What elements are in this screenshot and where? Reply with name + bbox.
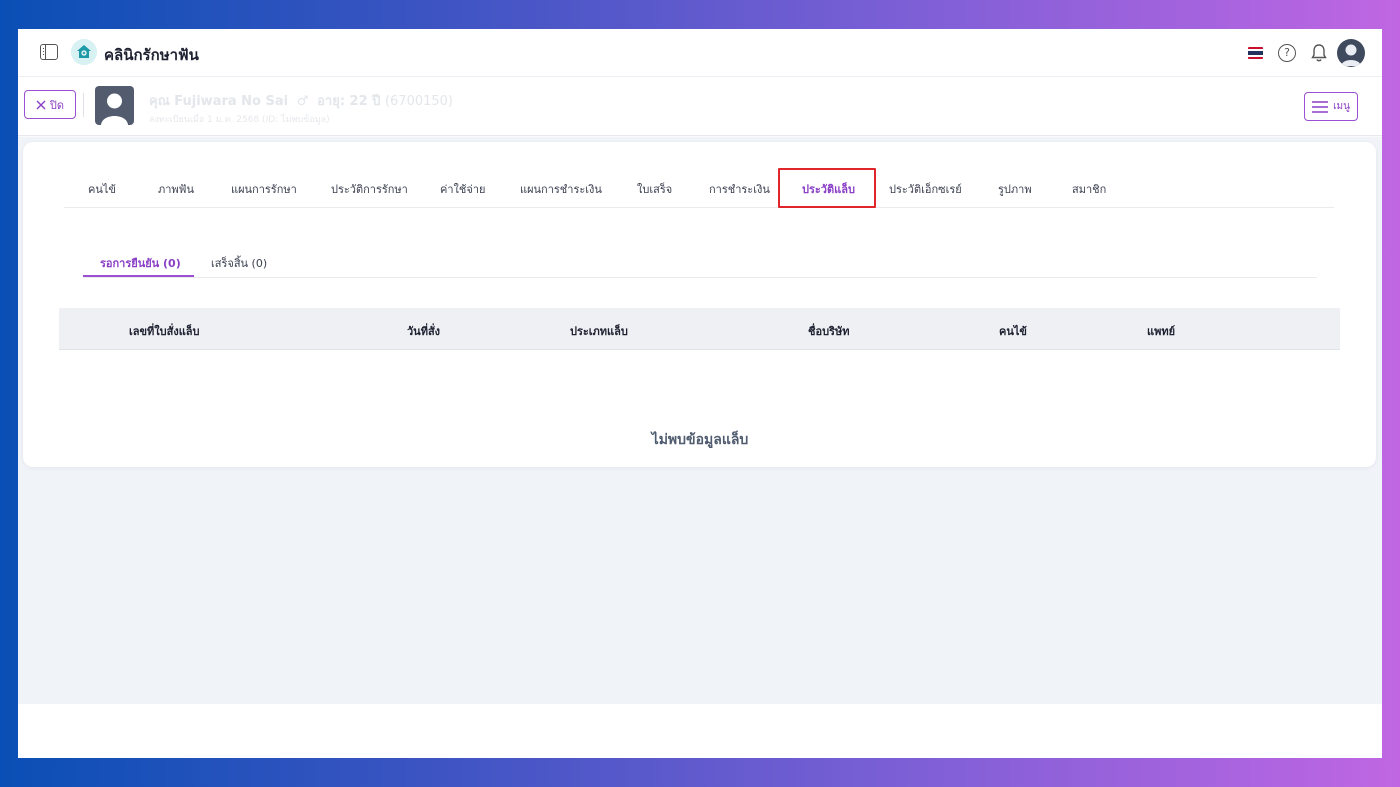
tab-expenses[interactable]: ค่าใช้จ่าย (440, 180, 485, 198)
male-icon: ♂ (292, 94, 313, 109)
subtab-underline (83, 275, 194, 277)
subtab-pending[interactable]: รอการยืนยัน (0) (100, 254, 181, 272)
app-title: คลินิกรักษาฟัน (104, 46, 199, 64)
menu-button-label: เมนู (1333, 101, 1350, 112)
patient-age: อายุ: 22 ปี (317, 94, 381, 109)
tab-payment-plan[interactable]: แผนการชำระเงิน (520, 180, 602, 198)
help-icon[interactable]: ? (1278, 44, 1296, 62)
patient-hn: (6700150) (384, 94, 453, 109)
active-tab-highlight (778, 168, 876, 208)
tab-payments[interactable]: การชำระเงิน (709, 180, 770, 198)
tab-images[interactable]: รูปภาพ (998, 180, 1032, 198)
empty-state-message: ไม่พบข้อมูลแล็บ (651, 432, 749, 448)
user-avatar[interactable] (1337, 39, 1365, 67)
hamburger-icon (1312, 100, 1329, 113)
tab-treatment-plan[interactable]: แผนการรักษา (231, 180, 297, 198)
patient-avatar (95, 86, 134, 125)
col-lab-order-no[interactable]: เลขที่ใบสั่งแล็บ (129, 322, 200, 340)
col-order-date[interactable]: วันที่สั่ง (407, 322, 440, 340)
thai-flag-icon[interactable] (1248, 47, 1263, 59)
col-lab-type[interactable]: ประเภทแล็บ (570, 322, 628, 340)
divider (83, 93, 84, 117)
clinic-logo-icon (71, 39, 97, 65)
col-company-name[interactable]: ชื่อบริษัท (808, 322, 849, 340)
patient-tabs: คนไข้ ภาพฟัน แผนการรักษา ประวัติการรักษา… (64, 167, 1334, 208)
tab-treatment-history[interactable]: ประวัติการรักษา (331, 180, 408, 198)
top-bar: คลินิกรักษาฟัน ? (18, 29, 1382, 77)
tab-xray-history[interactable]: ประวัติเอ็กซเรย์ (889, 180, 962, 198)
app-window: คลินิกรักษาฟัน ? ปิด คุณ Fujiwara No Sai… (18, 29, 1382, 758)
col-patient[interactable]: คนไข้ (999, 322, 1027, 340)
tab-receipts[interactable]: ใบเสร็จ (637, 180, 672, 198)
patient-bar: ปิด คุณ Fujiwara No Sai ♂ อายุ: 22 ปี (6… (18, 78, 1382, 136)
bell-icon[interactable] (1310, 43, 1328, 67)
tab-dental-chart[interactable]: ภาพฟัน (158, 180, 194, 198)
lab-table-header: เลขที่ใบสั่งแล็บ วันที่สั่ง ประเภทแล็บ ช… (59, 308, 1340, 350)
close-icon (36, 100, 46, 109)
tab-patient[interactable]: คนไข้ (88, 180, 116, 198)
tab-membership[interactable]: สมาชิก (1072, 180, 1106, 198)
patient-name: คุณ Fujiwara No Sai ♂ อายุ: 22 ปี (67001… (149, 90, 453, 111)
subtab-completed[interactable]: เสร็จสิ้น (0) (211, 254, 267, 272)
patient-subtitle: ลงทะเบียนเมื่อ 1 ม.ค. 2568 (ID: ไม่พบข้อ… (149, 115, 330, 125)
menu-button[interactable]: เมนู (1304, 92, 1358, 121)
patient-fullname: คุณ Fujiwara No Sai (149, 94, 289, 109)
close-button-label: ปิด (49, 98, 65, 112)
lab-status-subtabs: รอการยืนยัน (0) เสร็จสิ้น (0) (83, 244, 1317, 278)
col-doctor[interactable]: แพทย์ (1147, 322, 1175, 340)
close-button[interactable]: ปิด (24, 90, 76, 119)
sidebar-toggle-icon[interactable] (40, 44, 58, 60)
